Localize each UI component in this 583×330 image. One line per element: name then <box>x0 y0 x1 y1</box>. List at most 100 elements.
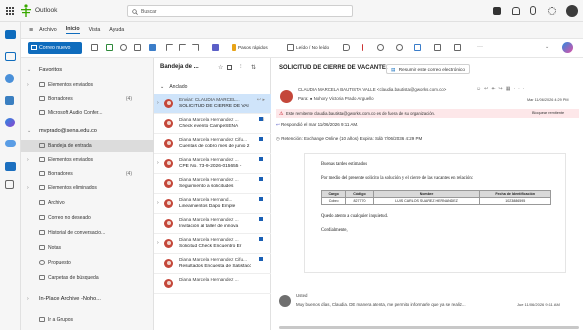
message-item[interactable]: Diana Marcela Hernandez Cifu... Resultad… <box>154 254 271 274</box>
menu-vista[interactable]: Vista <box>89 27 101 33</box>
message-item[interactable]: › Diana Marcela Hernandez ... Solicitud … <box>154 234 271 254</box>
avatar <box>164 119 173 128</box>
pin-marker-icon <box>259 217 263 221</box>
expand-chevron-icon[interactable]: › <box>157 160 159 166</box>
body-line2: Quedo atento a cualquier inquietud. <box>321 214 389 219</box>
avatar <box>164 159 173 168</box>
teams-share-icon[interactable] <box>212 44 219 51</box>
horizontal-scrollbar[interactable] <box>279 326 579 329</box>
message-item[interactable]: Diana Marcela Hernandez ... Check evento… <box>154 114 271 134</box>
sender-avatar[interactable] <box>280 90 293 103</box>
print-icon[interactable] <box>434 44 441 51</box>
rules-icon[interactable] <box>414 44 421 51</box>
message-item[interactable]: › Diana Marcela Hernand... Lineamientos … <box>154 194 271 214</box>
sort-icon[interactable]: ⇅ <box>251 64 256 71</box>
ribbon-collapse-icon[interactable]: ⌄ <box>545 44 552 51</box>
report-icon[interactable] <box>120 44 127 51</box>
folder-item[interactable]: Borradores (4) <box>21 168 154 180</box>
bell-icon[interactable] <box>512 7 520 15</box>
menu-inicio[interactable]: Inicio <box>65 26 80 34</box>
folder-item-inbox[interactable]: Bandeja de entrada <box>21 140 154 152</box>
reply-all-icon[interactable] <box>179 44 186 51</box>
more-options-icon[interactable]: ··· <box>477 44 484 51</box>
people-icon[interactable] <box>5 74 14 83</box>
archive-icon[interactable] <box>106 44 113 51</box>
folder-item[interactable]: Notas <box>21 242 154 254</box>
message-item[interactable]: Diana Marcela Hernandez ... Seguimiento … <box>154 174 271 194</box>
flag-icon[interactable] <box>362 44 369 51</box>
copilot-icon[interactable] <box>493 7 501 15</box>
mail-icon[interactable] <box>5 30 16 39</box>
avatar <box>164 239 173 248</box>
reply-all-icon[interactable]: ↞ <box>491 86 498 92</box>
quick-steps-label[interactable]: Pasos rápidos <box>238 45 268 50</box>
favorites-header[interactable]: ⌄ Favoritos <box>21 64 154 76</box>
onedrive-icon[interactable] <box>5 140 16 147</box>
read-unread-label[interactable]: Leído / No leído <box>296 45 329 50</box>
emoji-icon[interactable]: ☺ <box>476 86 484 92</box>
more-icon[interactable]: ··· <box>513 86 527 92</box>
folder-item[interactable]: Carpetas de búsqueda <box>21 272 154 284</box>
tasks-icon[interactable] <box>5 96 14 105</box>
menu-archivo[interactable]: Archivo <box>39 27 57 33</box>
read-unread-icon[interactable] <box>287 44 294 51</box>
star-icon[interactable]: ☆ <box>218 64 223 71</box>
menu-hamburger-icon[interactable]: ≡ <box>29 27 33 34</box>
user-avatar[interactable] <box>566 5 578 17</box>
folder-item[interactable]: Borradores (4) <box>21 93 154 105</box>
gear-icon[interactable] <box>548 7 556 15</box>
reply-date: Jue 11/06/2026 9:11 AM <box>517 302 560 307</box>
expand-chevron-icon[interactable]: › <box>157 100 159 106</box>
archive-header[interactable]: › In-Place Archive -Noho... <box>21 293 154 305</box>
folder-item[interactable]: Microsoft Audio Confer... <box>21 107 154 119</box>
teams-icon[interactable] <box>5 162 16 171</box>
folder-item[interactable]: Correo no deseado <box>21 212 154 224</box>
group-pinned[interactable]: ⌄ Anclado <box>160 84 187 90</box>
menu-ayuda[interactable]: Ayuda <box>109 27 124 33</box>
apps-icon[interactable] <box>5 180 14 189</box>
folder-item[interactable]: Historial de conversacio... <box>21 227 154 239</box>
copilot-rail-icon[interactable] <box>5 118 15 127</box>
groups-item[interactable]: Ir a Grupos <box>21 314 154 326</box>
message-item[interactable]: › Diana Marcela Hernandez ... CPE No. 73… <box>154 154 271 174</box>
move-icon[interactable] <box>149 44 156 51</box>
new-mail-icon <box>31 45 37 50</box>
drafts-icon <box>39 171 45 176</box>
reading-pane: SOLICITUD DE CIERRE DE VACANTE. ▤ Resumi… <box>271 58 583 330</box>
expand-chevron-icon[interactable]: › <box>157 240 159 246</box>
summarize-button[interactable]: ▤ Resumir este correo electrónico <box>386 64 470 74</box>
folder-item[interactable]: Propuesto <box>21 257 154 269</box>
warning-icon: ⚠ <box>279 110 284 117</box>
forward-icon[interactable] <box>192 44 199 51</box>
sweep-icon[interactable] <box>134 44 141 51</box>
block-sender-link[interactable]: Bloquear remitente <box>532 111 564 115</box>
account-header[interactable]: ⌄ mvprado@sena.edu.co <box>21 125 154 137</box>
delete-icon[interactable] <box>91 44 98 51</box>
search-input[interactable]: Buscar <box>127 5 353 17</box>
quick-steps-icon[interactable] <box>232 44 236 51</box>
message-item[interactable]: Diana Marcela Hernandez Cifu... Cuentas … <box>154 134 271 154</box>
message-item[interactable]: Diana Marcela Hernandez ... <box>154 274 271 294</box>
tag-icon[interactable] <box>343 44 350 51</box>
lightbulb-icon[interactable] <box>530 6 536 15</box>
select-icon[interactable] <box>227 65 232 70</box>
email-date: Mar 11/06/2026 4:29 PM <box>527 98 569 102</box>
app-grid-icon[interactable] <box>6 7 14 15</box>
filter-icon[interactable]: ⫶ <box>240 64 242 71</box>
message-item[interactable]: › Enviar: CLAUDIA MARCEL... SOLICITUD DE… <box>154 94 271 114</box>
sent-icon <box>39 82 45 87</box>
folder-item[interactable]: › Elementos enviados <box>21 154 154 166</box>
snooze-icon[interactable] <box>396 44 403 51</box>
copilot-ribbon-icon[interactable] <box>562 42 573 53</box>
reply-icon[interactable] <box>166 44 173 51</box>
folder-item[interactable]: › Elementos enviados <box>21 79 154 91</box>
calendar-icon[interactable] <box>5 52 16 61</box>
pin-icon[interactable] <box>377 44 384 51</box>
translate-icon[interactable] <box>454 44 461 51</box>
folder-item[interactable]: Archivo <box>21 197 154 209</box>
reply-preview[interactable]: Muy buenos días, Claudia. DE manera aten… <box>296 302 506 307</box>
message-item[interactable]: Diana Marcela Hernandez ... Invitación a… <box>154 214 271 234</box>
expand-chevron-icon[interactable]: › <box>157 200 159 206</box>
forward-icon[interactable]: ↪ <box>499 86 506 92</box>
folder-item[interactable]: › Elementos eliminados <box>21 182 154 194</box>
